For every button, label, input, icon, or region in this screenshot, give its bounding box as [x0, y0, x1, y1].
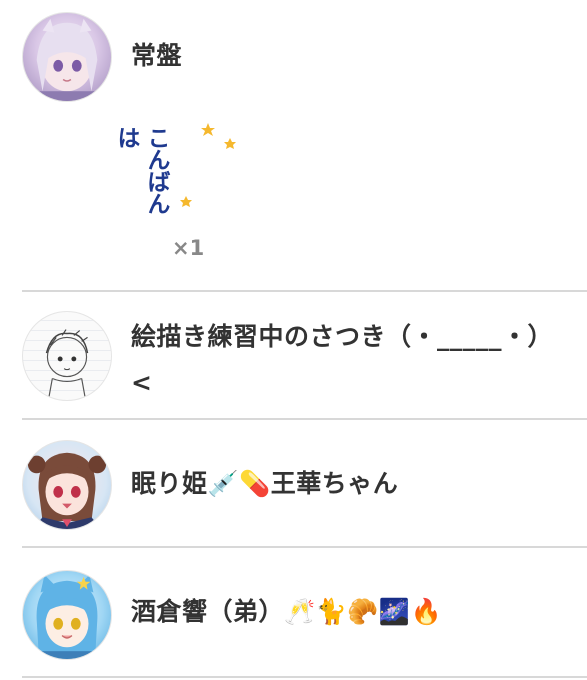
row-divider [22, 676, 587, 678]
user-name[interactable]: 眠り姫💉💊王華ちゃん [131, 461, 569, 507]
user-name[interactable]: 常盤 [131, 33, 569, 79]
stamp-count: ×1 [172, 236, 205, 260]
user-row[interactable]: 酒倉響（弟）🥂🐈🥐🌌🔥 [0, 548, 587, 680]
anime-girl-avatar-icon [23, 18, 111, 101]
user-avatar[interactable] [22, 570, 112, 660]
user-row[interactable]: 眠り姫💉💊王華ちゃん [0, 420, 587, 548]
brown-hair-girl-avatar-icon [27, 452, 107, 529]
user-avatar[interactable] [22, 12, 112, 102]
crescent-moon-stars-icon [180, 123, 236, 207]
blue-hair-catgirl-avatar-icon [23, 574, 111, 659]
sketch-boy-avatar-icon [45, 329, 89, 400]
user-name[interactable]: 絵描き練習中のさつき（・_____・）< [131, 314, 569, 406]
reaction-user-list: 常盤 こんばんは ×1 絵描き練習中のさつき（・_____・）< 眠り姫💉💊王華… [0, 0, 587, 680]
stamp-text: こんばんは [113, 126, 169, 214]
stamp-konbanwa: こんばんは [113, 120, 248, 232]
user-avatar[interactable] [22, 440, 112, 530]
user-name[interactable]: 酒倉響（弟）🥂🐈🥐🌌🔥 [131, 589, 569, 635]
user-row[interactable]: 常盤 こんばんは ×1 [0, 0, 587, 292]
user-avatar[interactable] [22, 311, 112, 401]
user-row[interactable]: 絵描き練習中のさつき（・_____・）< [0, 292, 587, 420]
